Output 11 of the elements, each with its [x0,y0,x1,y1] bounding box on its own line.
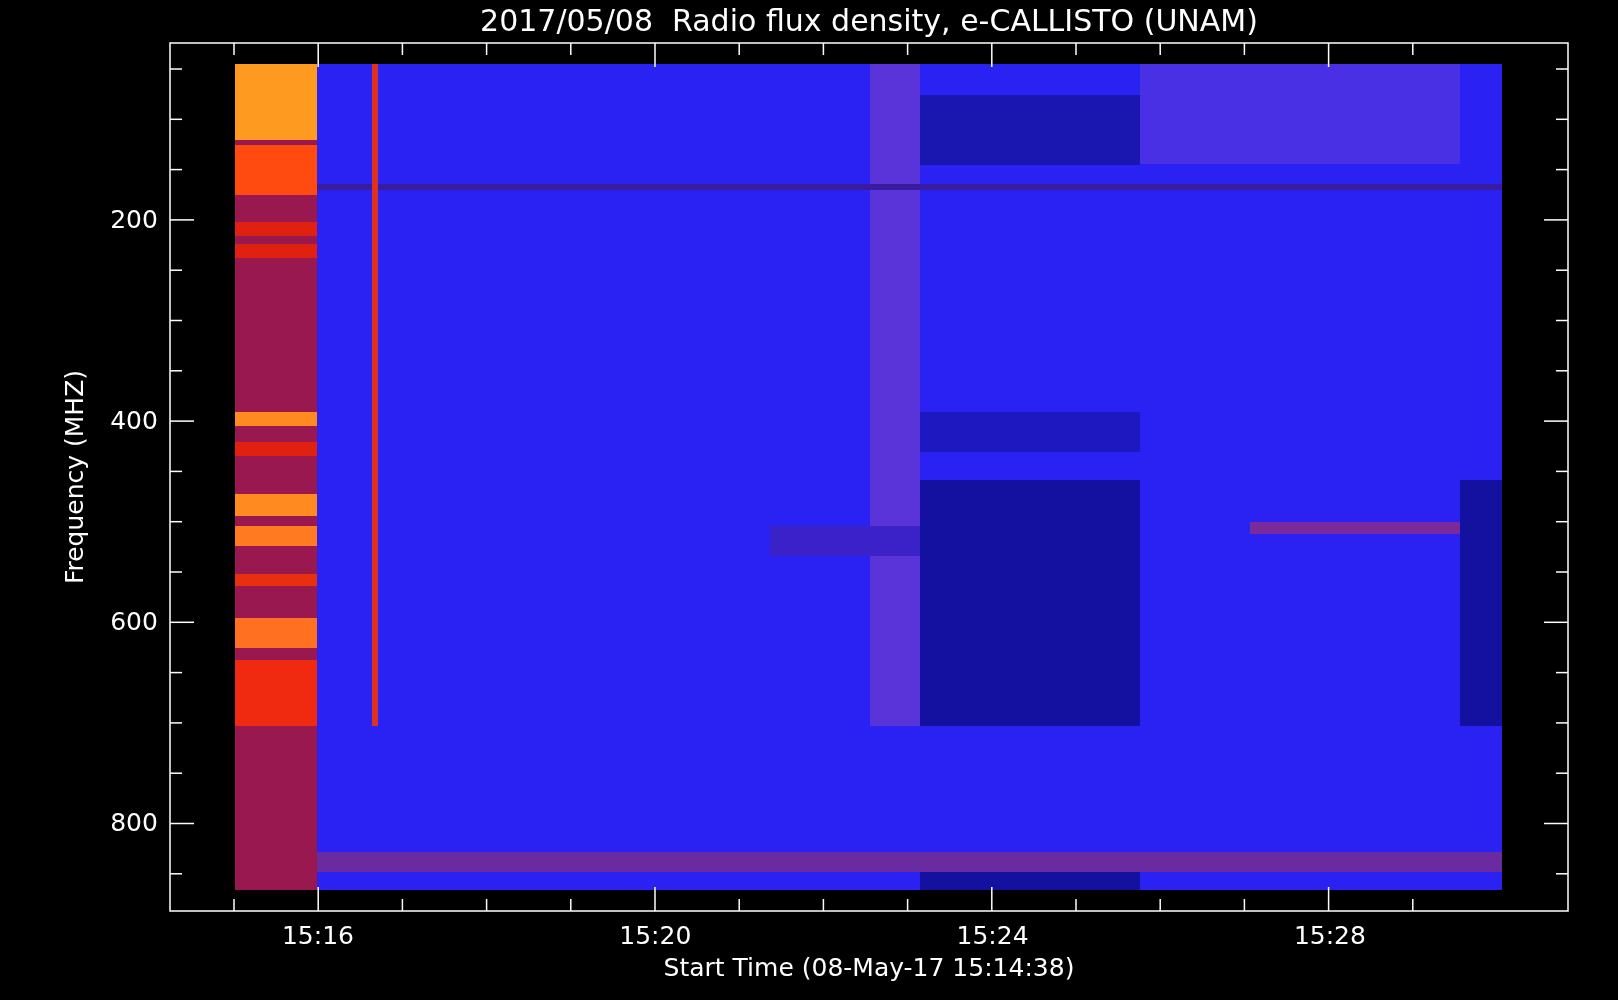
axis-label: Frequency (MHZ) [60,369,89,585]
axis-label: Start Time (08-May-17 15:14:38) [663,953,1075,982]
tick-label: 400 [110,406,158,435]
tick-label: 200 [110,205,158,234]
tick-label: 600 [110,607,158,636]
tick-label: 800 [110,808,158,837]
tick-label: 15:20 [619,921,692,950]
tick-label: 15:28 [1293,921,1366,950]
plot-title: 2017/05/08 Radio flux density, e-CALLISTO (UNAM) [480,3,1258,38]
tick-label: 15:24 [956,921,1029,950]
tick-label: 15:16 [282,921,354,950]
